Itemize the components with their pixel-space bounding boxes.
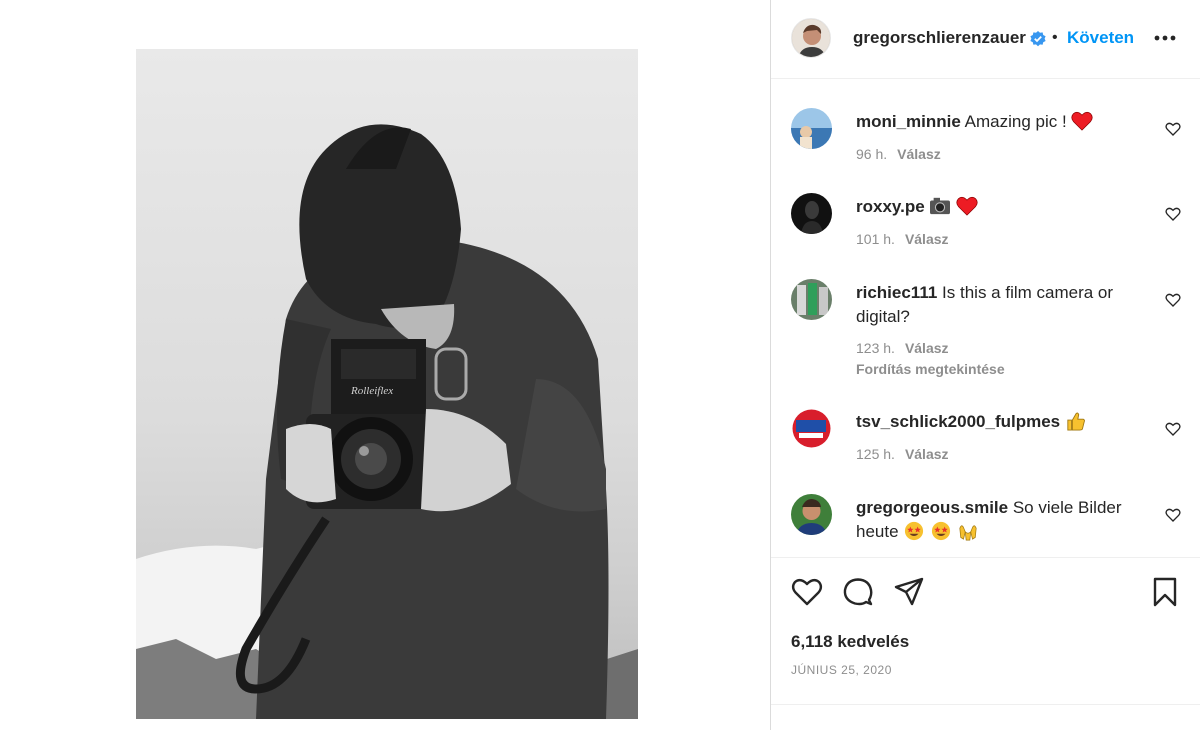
post-header: gregorschlierenzauer • Követen xyxy=(771,0,1200,79)
post-media-pane: Rolleiflex xyxy=(0,0,770,730)
comment-time: 101 h. xyxy=(856,231,895,247)
share-icon[interactable] xyxy=(893,576,925,608)
commenter-avatar-image xyxy=(791,108,832,149)
camera-emoji-icon xyxy=(930,197,951,215)
comment-username[interactable]: tsv_schlick2000_fulpmes xyxy=(856,412,1060,431)
thumbs-up-emoji-icon xyxy=(1067,412,1085,431)
composer-divider xyxy=(771,704,1200,705)
commenter-avatar[interactable] xyxy=(791,494,832,535)
post-sidebar: gregorschlierenzauer • Követen moni_minn… xyxy=(771,0,1200,730)
comment-body: Amazing pic ! xyxy=(964,112,1072,131)
commenter-avatar[interactable] xyxy=(791,279,832,320)
reply-button[interactable]: Válasz xyxy=(905,340,949,356)
comment-meta: 125 h. Válasz xyxy=(856,446,949,462)
commenter-avatar[interactable] xyxy=(791,408,832,449)
reply-button[interactable]: Válasz xyxy=(905,231,949,247)
red-heart-emoji-icon xyxy=(956,196,978,216)
author-username[interactable]: gregorschlierenzauer xyxy=(853,28,1026,48)
commenter-avatar[interactable] xyxy=(791,193,832,234)
comment-text-block: roxxy.pe xyxy=(856,195,1146,219)
star-struck-emoji-icon xyxy=(905,521,924,541)
header-separator: • xyxy=(1052,29,1058,46)
comment-meta: 123 h. Válasz xyxy=(856,340,949,356)
comment-time: 96 h. xyxy=(856,146,888,162)
author-avatar-image xyxy=(792,19,830,57)
photo-illustration: Rolleiflex xyxy=(136,124,638,719)
comment-like-heart-icon[interactable] xyxy=(1165,421,1181,437)
commenter-avatar-image xyxy=(791,408,832,449)
star-struck-emoji-icon xyxy=(931,521,951,541)
comment-username[interactable]: moni_minnie xyxy=(856,112,961,131)
see-translation-button[interactable]: Fordítás megtekintése xyxy=(856,361,1005,377)
follow-button[interactable]: Követen xyxy=(1067,28,1134,48)
camera-brand-text: Rolleiflex xyxy=(350,385,393,397)
more-icon[interactable] xyxy=(1151,26,1179,50)
post-photo[interactable]: Rolleiflex xyxy=(136,49,638,719)
commenter-avatar-image xyxy=(791,193,832,234)
comment-icon[interactable] xyxy=(842,576,874,608)
comment-meta: 101 h. Válasz xyxy=(856,231,949,247)
actions-divider xyxy=(771,557,1200,558)
comment-username[interactable]: richiec111 xyxy=(856,283,937,302)
comment-username[interactable]: gregorgeous.smile xyxy=(856,498,1008,517)
comment-like-heart-icon[interactable] xyxy=(1165,292,1181,308)
reply-button[interactable]: Válasz xyxy=(905,446,949,462)
comment-username[interactable]: roxxy.pe xyxy=(856,197,925,216)
post-date: JÚNIUS 25, 2020 xyxy=(791,663,892,677)
comment-like-heart-icon[interactable] xyxy=(1165,121,1181,137)
verified-badge-icon xyxy=(1030,31,1046,47)
bookmark-icon[interactable] xyxy=(1149,576,1181,608)
comment-meta: 96 h. Válasz xyxy=(856,146,941,162)
commenter-avatar-image xyxy=(791,494,832,535)
heart-icon[interactable] xyxy=(791,576,823,608)
author-avatar[interactable] xyxy=(791,18,831,58)
raising-hands-emoji-icon xyxy=(959,525,977,541)
comment-text-block: richiec111 Is this a film camera or digi… xyxy=(856,281,1146,329)
comment-time: 123 h. xyxy=(856,340,895,356)
commenter-avatar[interactable] xyxy=(791,108,832,149)
reply-button[interactable]: Válasz xyxy=(897,146,941,162)
comment-like-heart-icon[interactable] xyxy=(1165,206,1181,222)
commenter-avatar-image xyxy=(791,279,832,320)
red-heart-emoji-icon xyxy=(1071,111,1094,131)
comment-time: 125 h. xyxy=(856,446,895,462)
comment-text-block: moni_minnie Amazing pic ! xyxy=(856,110,1146,134)
comment-text-block: gregorgeous.smile So viele Bilder heute xyxy=(856,496,1146,544)
comment-text-block: tsv_schlick2000_fulpmes xyxy=(856,410,1146,434)
comment-like-heart-icon[interactable] xyxy=(1165,507,1181,523)
likes-count[interactable]: 6,118 kedvelés xyxy=(791,632,909,652)
